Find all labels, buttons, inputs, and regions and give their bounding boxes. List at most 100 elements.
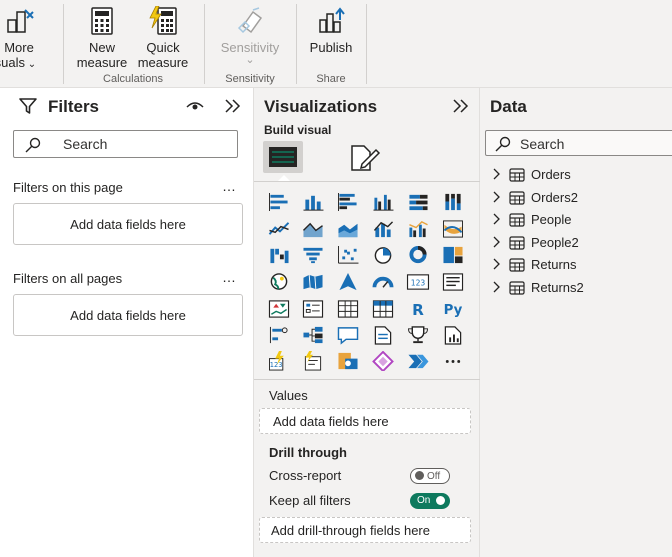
cross-report-toggle[interactable]: Off — [410, 468, 450, 484]
drill-through-drop-well[interactable]: Add drill-through fields here — [259, 517, 471, 543]
area-chart-icon[interactable] — [301, 219, 325, 239]
smart-narrative-icon[interactable] — [371, 325, 395, 345]
filters-on-all-pages-label: Filters on all pages — [13, 271, 123, 286]
toggle-knob — [415, 471, 424, 480]
waterfall-chart-icon[interactable] — [267, 245, 291, 265]
table-icon — [509, 258, 525, 272]
pie-chart-icon[interactable] — [371, 245, 395, 265]
collapse-filters-icon[interactable] — [224, 99, 242, 113]
filters-search-input[interactable]: Search — [13, 130, 238, 158]
data-search-input[interactable]: Search — [485, 130, 672, 156]
kpi-icon[interactable] — [267, 299, 291, 319]
100-stacked-bar-chart-icon[interactable] — [406, 192, 430, 212]
line-and-clustered-column-chart-icon[interactable] — [406, 219, 430, 239]
stacked-column-chart-icon[interactable] — [301, 192, 325, 212]
chevron-right-icon[interactable] — [492, 191, 502, 203]
eye-icon[interactable] — [186, 100, 204, 112]
metrics-icon[interactable] — [406, 325, 430, 345]
filters-on-all-pages-drop-text: Add data fields here — [70, 308, 186, 323]
custom-visual-2-icon[interactable] — [371, 351, 395, 371]
quick-measure-label-1: Quick — [146, 40, 180, 55]
keep-all-filters-toggle[interactable]: On — [410, 493, 450, 509]
slicer-icon[interactable] — [301, 299, 325, 319]
chevron-right-icon[interactable] — [492, 213, 502, 225]
new-measure-button[interactable]: New measure — [72, 6, 132, 70]
filters-on-this-page-drop[interactable]: Add data fields here — [13, 203, 243, 245]
clustered-bar-chart-icon[interactable] — [336, 192, 360, 212]
card-icon[interactable]: 123 — [406, 272, 430, 292]
visualizations-title: Visualizations — [264, 97, 378, 116]
filters-pane: Filters Search Filters on this page … Ad… — [0, 88, 254, 557]
group-label-share: Share — [316, 73, 346, 85]
ribbon-separator — [296, 4, 297, 84]
chevron-right-icon[interactable] — [492, 258, 502, 270]
key-influencers-icon[interactable] — [267, 325, 291, 345]
data-pane: Data Search Orders Orders2 People People2 Re… — [480, 88, 672, 557]
donut-chart-icon[interactable] — [406, 245, 430, 265]
quick-measure-button[interactable]: Quick measure — [132, 6, 194, 70]
filled-map-icon[interactable] — [301, 272, 325, 292]
cross-report-label: Cross-report — [269, 468, 342, 483]
stacked-area-chart-icon[interactable] — [336, 219, 360, 239]
treemap-icon[interactable] — [441, 245, 465, 265]
table-icon — [509, 168, 525, 182]
more-visuals-ellipsis-icon[interactable] — [441, 351, 465, 371]
values-drop-text: Add data fields here — [273, 414, 389, 429]
table-name: People — [531, 212, 572, 228]
filters-on-all-pages-drop[interactable]: Add data fields here — [13, 294, 243, 336]
gauge-icon[interactable] — [371, 272, 395, 292]
azure-map-icon[interactable] — [336, 272, 360, 292]
scatter-chart-icon[interactable] — [336, 245, 360, 265]
sensitivity-label: Sensitivity — [220, 40, 280, 55]
more-visuals-button[interactable]: More isuals ⌄ — [0, 6, 40, 72]
chevron-down-icon: ⌄ — [25, 59, 37, 70]
values-drop-well[interactable]: Add data fields here — [259, 408, 471, 434]
svg-text:R: R — [412, 301, 424, 319]
chevron-right-icon[interactable] — [492, 168, 502, 180]
table-icon — [509, 190, 525, 205]
custom-visual-1-icon[interactable] — [336, 351, 360, 371]
paginated-report-icon[interactable] — [441, 325, 465, 345]
publish-icon — [319, 7, 345, 33]
toggle-knob — [436, 496, 445, 505]
sensitivity-button[interactable]: Sensitivity ⌄ — [210, 6, 290, 66]
100-stacked-column-chart-icon[interactable] — [441, 192, 465, 212]
table-icon[interactable] — [336, 299, 360, 319]
table-name: People2 — [531, 234, 579, 250]
collapse-visualizations-icon[interactable] — [452, 99, 470, 113]
new-measure-label-2: measure — [76, 55, 128, 70]
more-visuals-label-1: More — [4, 40, 34, 55]
values-label: Values — [269, 388, 308, 403]
multi-row-card-icon[interactable] — [441, 272, 465, 292]
matrix-icon[interactable] — [371, 299, 395, 319]
line-chart-icon[interactable] — [267, 219, 291, 239]
table-icon — [509, 213, 525, 227]
python-visual-icon[interactable]: Py — [441, 299, 465, 319]
filters-on-all-pages-more-icon[interactable]: … — [222, 269, 237, 285]
power-automate-icon[interactable] — [301, 351, 325, 371]
filters-on-this-page-drop-text: Add data fields here — [70, 217, 186, 232]
ribbon-separator — [366, 4, 367, 84]
ribbon-chart-icon[interactable] — [441, 219, 465, 239]
ribbon-separator — [204, 4, 205, 84]
format-visual-icon[interactable] — [348, 144, 382, 172]
funnel-chart-icon[interactable] — [301, 245, 325, 265]
power-apps-icon[interactable]: 123 — [267, 351, 291, 371]
line-and-stacked-column-chart-icon[interactable] — [371, 219, 395, 239]
custom-visual-3-icon[interactable] — [406, 351, 430, 371]
chevron-right-icon[interactable] — [492, 281, 502, 293]
publish-button[interactable]: Publish — [302, 6, 360, 55]
table-name: Returns — [531, 257, 577, 273]
clustered-column-chart-icon[interactable] — [371, 192, 395, 212]
table-icon — [509, 236, 525, 250]
map-icon[interactable] — [267, 272, 291, 292]
r-script-visual-icon[interactable]: R — [406, 299, 430, 319]
qa-icon[interactable] — [336, 325, 360, 345]
decomposition-tree-icon[interactable] — [301, 325, 325, 345]
stacked-bar-chart-icon[interactable] — [267, 192, 291, 212]
filters-on-this-page-more-icon[interactable]: … — [222, 178, 237, 194]
build-visual-tab[interactable] — [263, 141, 303, 173]
table-name: Returns2 — [531, 280, 584, 295]
filters-search-placeholder: Search — [63, 136, 108, 152]
chevron-right-icon[interactable] — [492, 236, 502, 248]
